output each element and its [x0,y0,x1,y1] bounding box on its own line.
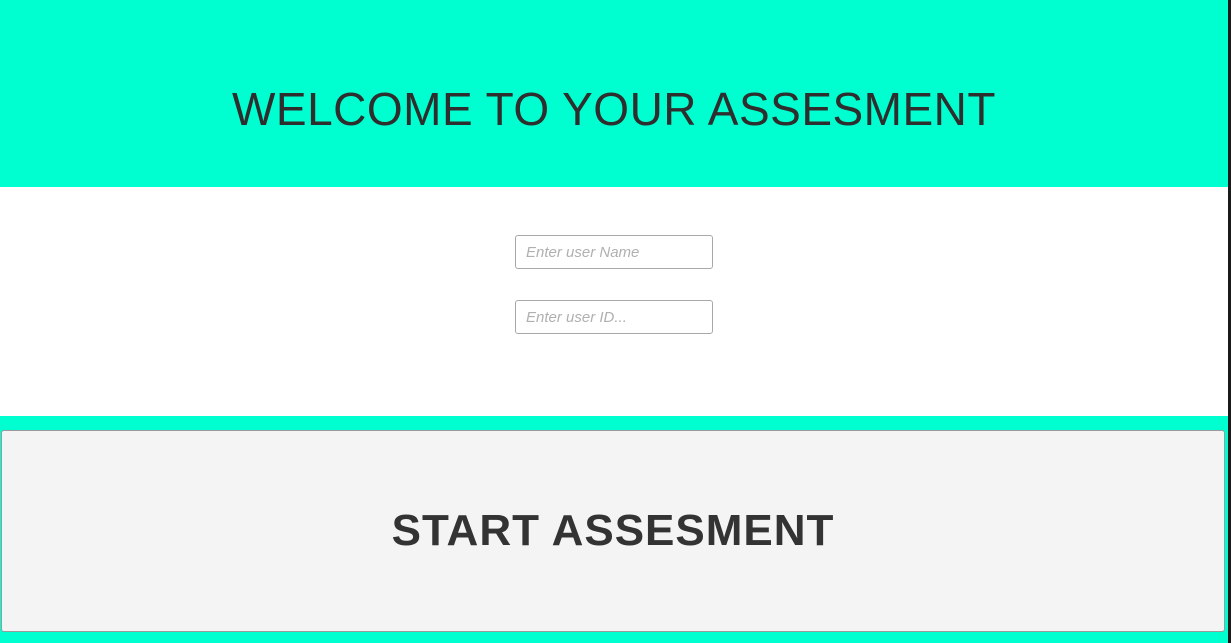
userid-input[interactable] [515,300,713,334]
username-input[interactable] [515,235,713,269]
assessment-page: WELCOME TO YOUR ASSESMENT START ASSESMEN… [0,0,1231,643]
start-button-label: START ASSESMENT [391,506,835,555]
welcome-header: WELCOME TO YOUR ASSESMENT [0,0,1228,187]
user-form [0,187,1228,416]
start-assessment-button[interactable]: START ASSESMENT [1,430,1225,632]
page-title: WELCOME TO YOUR ASSESMENT [232,82,996,135]
footer-panel: START ASSESMENT [0,416,1228,643]
